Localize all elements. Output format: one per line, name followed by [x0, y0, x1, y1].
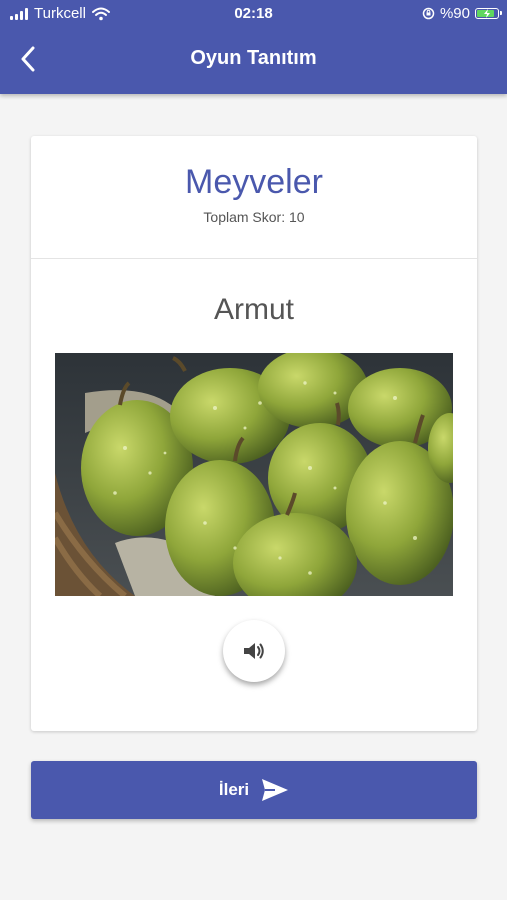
speaker-icon: [244, 643, 264, 659]
next-button-label: İleri: [218, 780, 250, 799]
pears-photo: [55, 353, 453, 596]
screen: Turkcell 02:18 %90 Oyun Tanıtım Meyveler…: [0, 0, 507, 900]
category-title: Meyveler: [185, 163, 323, 201]
send-icon: [262, 779, 289, 801]
page-title: Oyun Tanıtım: [190, 47, 317, 69]
total-score: Toplam Skor: 10: [203, 209, 305, 225]
top-bar: Turkcell 02:18 %90 Oyun Tanıtım: [0, 0, 507, 94]
item-name: Armut: [213, 293, 294, 326]
status-right: %90: [422, 5, 502, 22]
divider: [31, 258, 477, 259]
orientation-lock-icon: [422, 7, 435, 20]
intro-card: Meyveler Toplam Skor: 10 Armut: [31, 136, 477, 731]
play-sound-button[interactable]: [223, 620, 285, 682]
status-bar: Turkcell 02:18 %90: [0, 0, 507, 28]
next-button[interactable]: İleri: [31, 761, 477, 819]
battery-percent: %90: [439, 5, 470, 22]
battery-charging-icon: [475, 8, 502, 19]
